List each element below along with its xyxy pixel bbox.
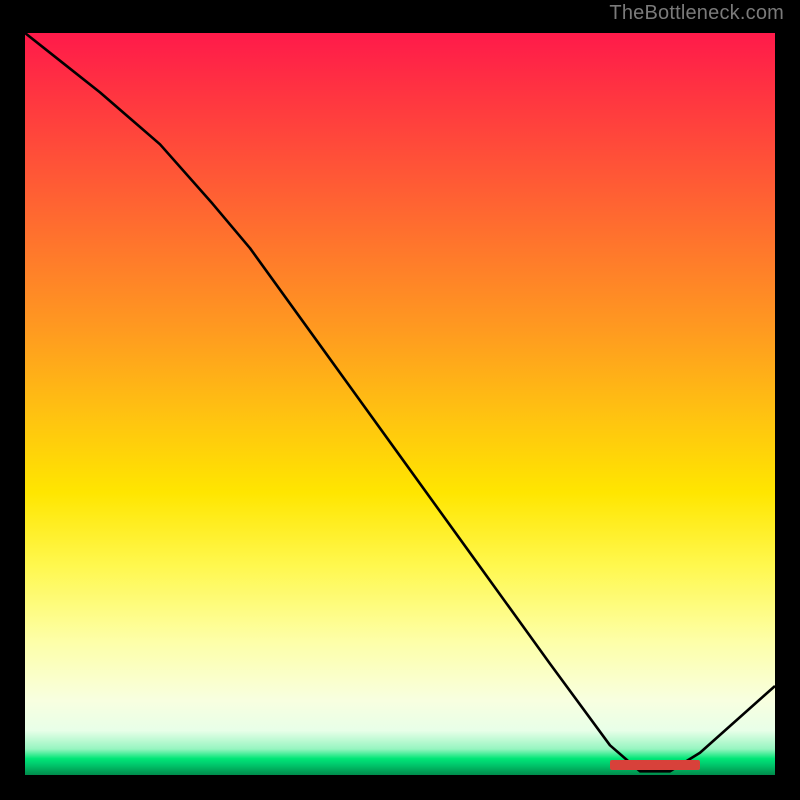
attribution-text: TheBottleneck.com <box>609 2 784 25</box>
chart-plot-area <box>25 33 775 775</box>
chart-marker-bar <box>610 760 700 770</box>
chart-line-path <box>25 33 775 771</box>
chart-frame <box>22 30 778 778</box>
chart-line-svg <box>25 33 775 775</box>
